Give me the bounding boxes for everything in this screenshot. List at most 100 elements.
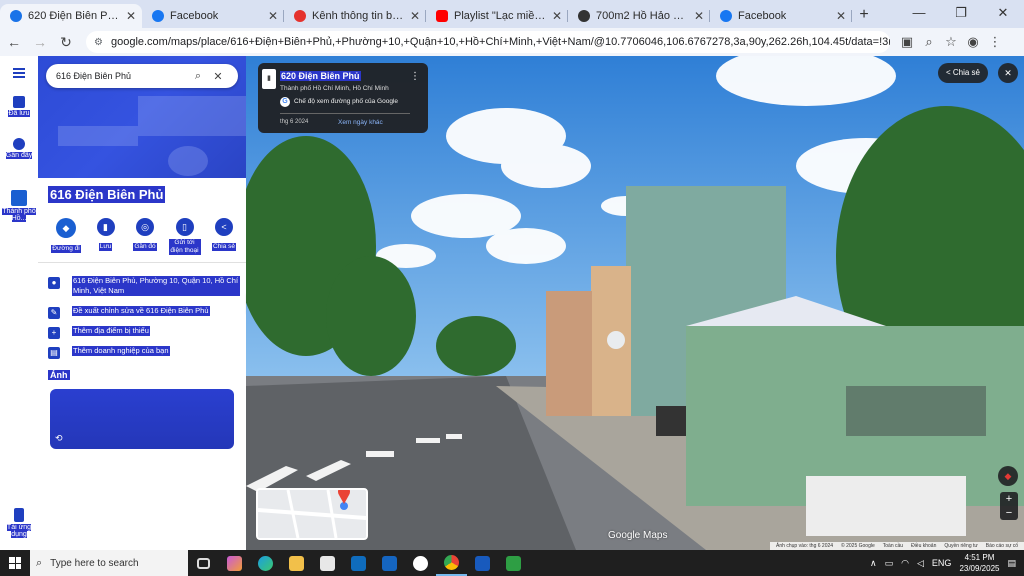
new-tab-button[interactable]: + [852, 4, 876, 28]
tab-listing[interactable]: 700m2 Hồ Hảo Hớn, P.Cô Gi ✕ [568, 4, 710, 28]
rail-item-recent[interactable]: Gần đây [0, 138, 38, 159]
input-language[interactable]: ENG [932, 558, 952, 568]
wifi-icon[interactable]: ◠ [901, 558, 909, 569]
nearby-button[interactable]: ◎ Gần đó [129, 218, 161, 255]
profile-icon[interactable]: ◉ [962, 34, 984, 50]
show-hidden-icons-icon[interactable]: ∧ [870, 558, 877, 569]
restore-button[interactable]: ❐ [940, 0, 982, 28]
tab-facebook[interactable]: Facebook ✕ [142, 4, 284, 28]
footer-copyright: © 2025 Google [841, 543, 875, 549]
zoom-icon[interactable]: ⌕ [918, 34, 940, 50]
mini-map[interactable] [256, 488, 368, 540]
footer-privacy-link[interactable]: Quyền riêng tư [944, 542, 977, 550]
share-button[interactable]: < Chia sẻ [208, 218, 240, 255]
footer-terms-link[interactable]: Điều khoản [911, 542, 936, 550]
forward-button[interactable]: → [28, 30, 52, 54]
address-bar[interactable]: ⚙ google.com/maps/place/616+Điện+Biên+Ph… [86, 31, 890, 53]
see-more-dates-link[interactable]: Xem ngày khác [338, 119, 383, 126]
address-row[interactable]: ● 616 Điện Biên Phủ, Phường 10, Quận 10,… [48, 276, 240, 296]
cast-icon[interactable]: ▣ [896, 34, 918, 50]
save-button[interactable]: ▮ Lưu [90, 218, 122, 255]
send-to-phone-button[interactable]: ▯ Gửi tới điện thoại [168, 218, 201, 255]
add-missing-place-row[interactable]: + Thêm địa điểm bị thiếu [48, 326, 240, 339]
place-title: 616 Điện Biên Phủ [48, 186, 166, 203]
taskbar-search[interactable]: ⌕ Type here to search [30, 550, 188, 576]
zoom-in-button[interactable]: + [1000, 492, 1018, 506]
action-label: Gửi tới điện thoại [168, 239, 201, 255]
tab-close-icon[interactable]: ✕ [694, 9, 704, 23]
taskbar-app-word[interactable] [467, 550, 498, 576]
taskbar-app-edge[interactable] [250, 550, 281, 576]
tab-close-icon[interactable]: ✕ [552, 9, 562, 23]
google-maps-watermark: Google Maps [608, 530, 668, 541]
rail-label: Tải ứng dụng [6, 524, 32, 538]
clock[interactable]: 4:51 PM 23/09/2025 [959, 552, 999, 574]
window-close-button[interactable]: ✕ [982, 0, 1024, 28]
place-panel: ⌕ ✕ 616 Điện Biên Phủ ◆ Đường đi ▮ Lưu ◎… [38, 56, 246, 550]
menu-button[interactable] [0, 68, 38, 78]
add-business-row[interactable]: ▤ Thêm doanh nghiệp của bạn [48, 346, 240, 359]
add-business-text: Thêm doanh nghiệp của bạn [72, 346, 170, 356]
tab-facebook-2[interactable]: Facebook ✕ [710, 4, 852, 28]
rail-item-saved[interactable]: Đã lưu [0, 96, 38, 117]
tab-google-maps[interactable]: 620 Điện Biên Phủ - Google ✕ [0, 4, 142, 28]
back-button[interactable]: ← [2, 30, 26, 54]
browser-menu-icon[interactable]: ⋮ [984, 34, 1006, 50]
network-icon[interactable]: ▭ [885, 558, 894, 569]
street-view-photo-card[interactable]: ⟲ [50, 389, 234, 449]
city-thumbnail-icon [11, 190, 27, 206]
search-input[interactable] [56, 71, 186, 81]
street-view-share-button[interactable]: < Chia sẻ [937, 63, 988, 83]
browser-toolbar: ← → ↻ ⚙ google.com/maps/place/616+Điện+B… [0, 28, 1024, 56]
taskbar-app-outlook[interactable] [343, 550, 374, 576]
minimize-button[interactable]: — [898, 0, 940, 28]
word-icon [475, 555, 490, 571]
tab-youtube-playlist[interactable]: Playlist "Lạc miền kí ức" - Yo ✕ [426, 4, 568, 28]
more-options-icon[interactable]: ⋮ [410, 71, 420, 82]
task-view-button[interactable] [188, 550, 219, 576]
reload-button[interactable]: ↻ [54, 30, 78, 54]
share-icon: < [215, 218, 233, 236]
tab-close-icon[interactable]: ✕ [836, 9, 846, 23]
volume-icon[interactable]: ◁ [917, 558, 924, 569]
taskbar-app-green[interactable] [498, 550, 529, 576]
taskbar-app-outlook-2[interactable] [374, 550, 405, 576]
taskbar-app-messenger[interactable] [405, 550, 436, 576]
store-icon [320, 555, 335, 571]
toolbar-icons: ▣ ⌕ ☆ ◉ ⋮ [896, 34, 1006, 50]
zoom-out-button[interactable]: − [1000, 506, 1018, 520]
taskbar-app-copilot[interactable] [219, 550, 250, 576]
tab-close-icon[interactable]: ✕ [126, 9, 136, 23]
compass-icon[interactable]: ◆ [998, 466, 1018, 486]
search-icon[interactable]: ⌕ [190, 70, 206, 83]
chat-icon [413, 555, 428, 571]
footer-global-link[interactable]: Toàn cầu [883, 542, 903, 550]
nearby-icon: ◎ [136, 218, 154, 236]
close-street-view-button[interactable]: ✕ [998, 63, 1018, 83]
taskbar-app-explorer[interactable] [281, 550, 312, 576]
site-info-icon[interactable]: ⚙ [94, 37, 103, 48]
rail-item-city[interactable]: Thành phố Hồ... [0, 190, 38, 222]
search-box[interactable]: ⌕ ✕ [46, 64, 238, 88]
street-view[interactable]: ▮ 620 Điện Biên Phủ Thành phố Hồ Chí Min… [246, 56, 1024, 550]
footer-report-link[interactable]: Báo cáo sự cố [986, 542, 1018, 550]
tab-label: Playlist "Lạc miền kí ức" - Yo [454, 10, 546, 22]
rail-item-get-app[interactable]: Tải ứng dụng [0, 508, 38, 538]
tab-real-estate[interactable]: Kênh thông tin bất động sản ✕ [284, 4, 426, 28]
tab-close-icon[interactable]: ✕ [410, 9, 420, 23]
taskbar-app-store[interactable] [312, 550, 343, 576]
window-controls: — ❐ ✕ [898, 0, 1024, 28]
business-icon: ▤ [48, 347, 60, 359]
clear-search-icon[interactable]: ✕ [210, 70, 226, 83]
notifications-icon[interactable]: ▤ [1007, 558, 1016, 569]
taskbar-app-chrome[interactable] [436, 550, 467, 576]
directions-button[interactable]: ◆ Đường đi [50, 218, 82, 255]
suggest-edit-row[interactable]: ✎ Đề xuất chỉnh sửa về 616 Điện Biên Phủ [48, 306, 240, 319]
start-button[interactable] [0, 550, 30, 576]
maps-footer: Ảnh chụp vào: thg 6 2024 © 2025 Google T… [770, 542, 1024, 550]
street-view-tool-icon[interactable]: ▮ [262, 69, 276, 89]
mini-map-image [258, 490, 366, 538]
tab-close-icon[interactable]: ✕ [268, 9, 278, 23]
url-text: google.com/maps/place/616+Điện+Biên+Phủ,… [110, 36, 890, 48]
bookmark-star-icon[interactable]: ☆ [940, 34, 962, 50]
